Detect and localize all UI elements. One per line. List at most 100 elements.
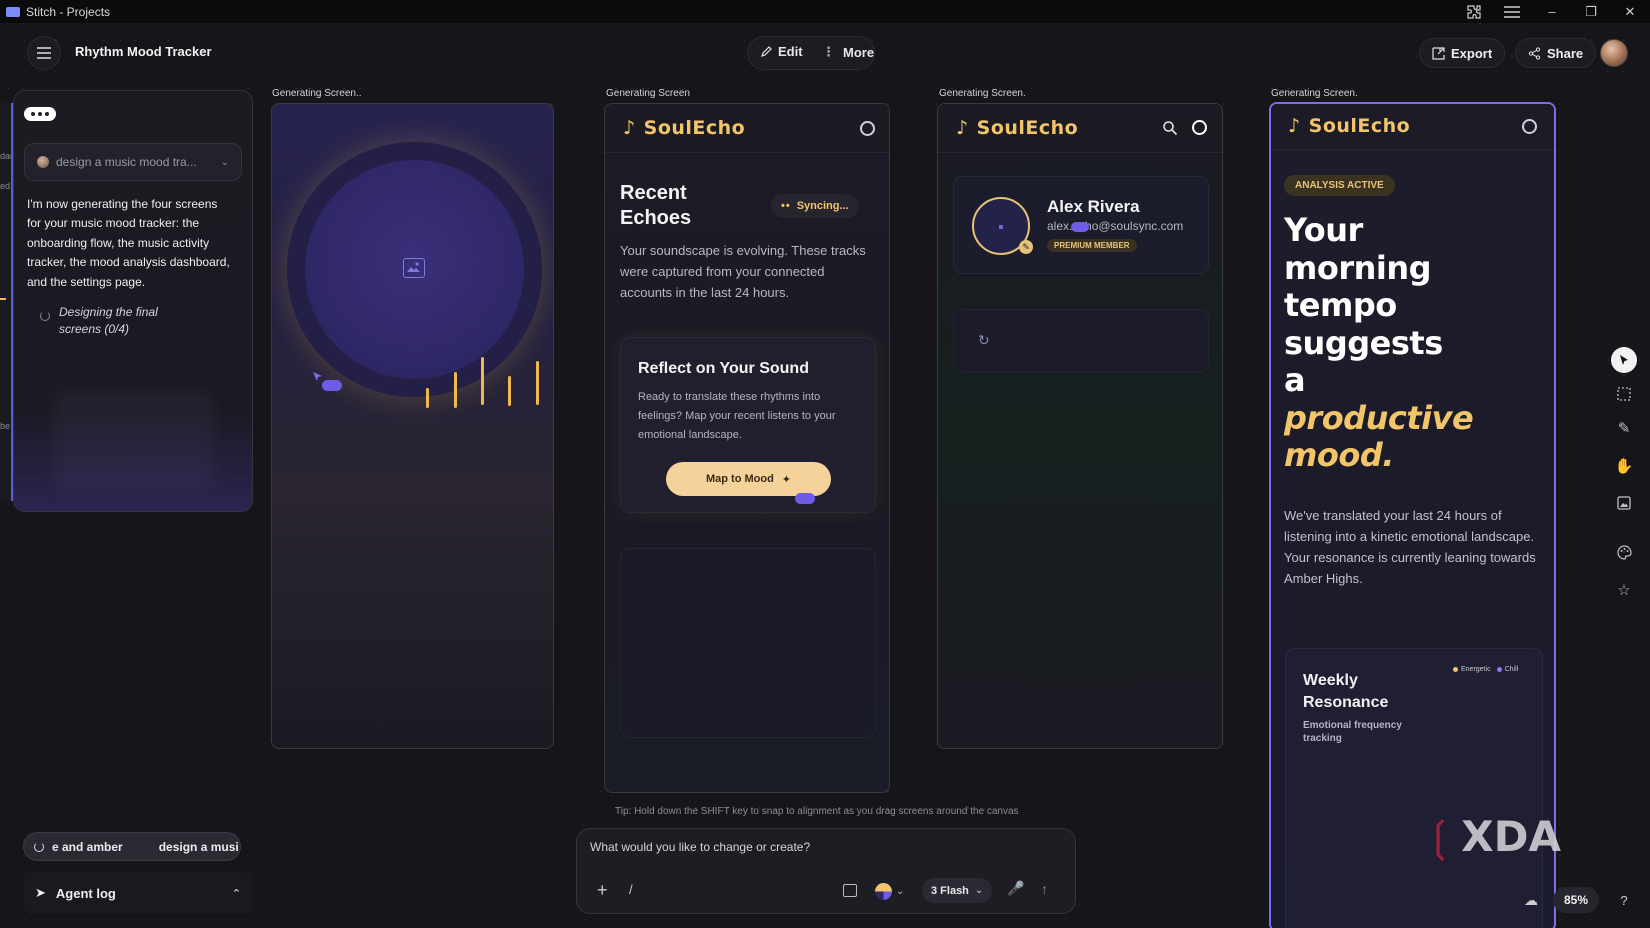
sound-bar: [426, 388, 429, 408]
offscreen-panel-stub: dar ed be: [0, 103, 13, 501]
export-icon: [1432, 46, 1445, 60]
extensions-icon[interactable]: [1454, 0, 1494, 23]
marquee-tool-icon[interactable]: [1613, 383, 1635, 405]
share-button[interactable]: Share: [1515, 38, 1597, 68]
user-avatar[interactable]: [1600, 39, 1628, 67]
pencil-icon: [761, 45, 772, 57]
map-to-mood-button[interactable]: Map to Mood ✦: [666, 462, 831, 496]
pen-tool-icon[interactable]: ✎: [1613, 417, 1635, 439]
agent-log-toggle[interactable]: ➤ Agent log ⌃: [23, 873, 253, 913]
collaborator-cursor-bubble: [1071, 222, 1089, 232]
chat-panel: design a music mood tra... ⌄ I'm now gen…: [13, 90, 253, 512]
send-arrow-icon[interactable]: ↑: [1041, 881, 1048, 897]
headline: Your morning tempo suggests a productive…: [1284, 211, 1554, 475]
card-title: Reflect on Your Sound: [638, 360, 809, 377]
assistant-message: I'm now generating the four screens for …: [27, 197, 230, 289]
rocket-icon: ➤: [35, 885, 46, 900]
typing-indicator: [24, 107, 56, 121]
headline-line: a: [1284, 361, 1306, 399]
stub-text: dar: [0, 151, 13, 161]
screen-frame-settings[interactable]: ♪ SoulEcho ✎ Alex Rivera alex.echo@souls…: [937, 103, 1223, 749]
pill-right-text: design a musi: [158, 839, 239, 854]
headline-line: tempo: [1284, 286, 1397, 324]
app-logo: ♪ SoulEcho: [623, 117, 745, 139]
prompt-chip[interactable]: design a music mood tra... ⌄: [24, 143, 242, 181]
edit-button[interactable]: Edit: [760, 44, 803, 59]
voice-input-icon[interactable]: 🎤: [1007, 880, 1024, 897]
screen-frame-mood-analysis[interactable]: ♪ SoulEcho ANALYSIS ACTIVE Your morning …: [1269, 102, 1556, 928]
collaborator-cursor-bubble: [322, 380, 342, 391]
section-title: Recent Echoes: [620, 182, 692, 229]
edit-label: Edit: [778, 44, 803, 59]
window-titlebar: Stitch - Projects – ❐ ✕: [0, 0, 1650, 23]
profile-icon[interactable]: [860, 121, 875, 136]
profile-icon[interactable]: [1192, 120, 1207, 135]
collaborator-cursor-bubble: [795, 493, 815, 504]
more-button[interactable]: ⋮ More: [822, 44, 874, 60]
stub-text: ed: [0, 181, 11, 191]
cloud-sync-icon[interactable]: ☁: [1524, 892, 1538, 909]
hand-tool-icon[interactable]: ✋: [1613, 455, 1635, 477]
stub-text: be: [0, 421, 11, 431]
card-title-line: Resonance: [1303, 694, 1389, 711]
hamburger-menu-button[interactable]: [27, 36, 61, 70]
loading-card: ↻: [953, 309, 1209, 373]
agent-log-label: Agent log: [55, 885, 116, 901]
prompt-chip-text: design a music mood tra...: [56, 155, 197, 169]
sync-badge-text: Syncing...: [796, 200, 849, 212]
edit-avatar-icon[interactable]: ✎: [1019, 240, 1033, 254]
image-tool-icon[interactable]: [1613, 492, 1635, 514]
add-icon[interactable]: +: [597, 880, 608, 901]
menu-icon[interactable]: [1492, 0, 1532, 23]
palette-icon[interactable]: [1613, 541, 1635, 563]
reflect-card: Reflect on Your Sound Ready to translate…: [620, 337, 876, 513]
export-button[interactable]: Export: [1419, 38, 1506, 68]
watermark: ❲ XDA: [1422, 812, 1561, 861]
screen-frame-activity-tracker[interactable]: ♪ SoulEcho Recent Echoes •• Syncing... Y…: [604, 103, 890, 793]
music-note-icon: ♪: [1288, 115, 1301, 137]
music-note-icon: ♪: [623, 117, 636, 139]
legend-chill: Chill: [1496, 666, 1518, 673]
screen-frame-onboarding[interactable]: [271, 103, 554, 749]
close-icon[interactable]: ✕: [1610, 0, 1650, 23]
card-title-line: Weekly: [1303, 672, 1358, 689]
zoom-level[interactable]: 85%: [1553, 887, 1599, 913]
logo-text: SoulEcho: [1308, 115, 1411, 137]
profile-icon[interactable]: [1522, 119, 1537, 134]
theme-picker[interactable]: ⌄: [875, 879, 915, 903]
card-text: Ready to translate these rhythms into fe…: [638, 391, 836, 441]
app-logo: ♪ SoulEcho: [956, 117, 1078, 139]
minimize-icon[interactable]: –: [1532, 0, 1572, 23]
select-tool-button[interactable]: [1611, 347, 1637, 373]
more-label: More: [843, 44, 875, 60]
watermark-bracket-icon: ❲: [1422, 812, 1458, 861]
star-icon[interactable]: ☆: [1613, 579, 1635, 601]
card-title: Weekly Resonance: [1303, 670, 1388, 714]
composer-input[interactable]: What would you like to change or create?: [590, 840, 1060, 854]
analysis-description: We've translated your last 24 hours of l…: [1284, 508, 1536, 586]
sound-bar: [481, 357, 484, 405]
restore-icon[interactable]: ❐: [1571, 0, 1611, 23]
canvas-tip: Tip: Hold down the SHIFT key to snap to …: [615, 806, 1019, 817]
model-label: 3 Flash: [931, 884, 969, 897]
search-icon[interactable]: [1162, 120, 1178, 136]
screen-label: Generating Screen..: [272, 88, 362, 99]
project-title: Rhythm Mood Tracker: [75, 44, 212, 59]
help-icon[interactable]: ?: [1614, 890, 1634, 910]
card-subtitle: Emotional frequency tracking: [1303, 720, 1402, 744]
slash-command-button[interactable]: /: [629, 882, 633, 897]
prompt-history-pill[interactable]: e and amber design a musi: [23, 832, 241, 861]
kebab-icon: ⋮: [822, 44, 835, 59]
sound-bar: [536, 361, 539, 405]
analysis-status-badge: ANALYSIS ACTIVE: [1284, 175, 1395, 196]
profile-email: alex.echo@soulsync.com: [1047, 219, 1184, 233]
refresh-icon: ↻: [978, 332, 990, 348]
music-note-icon: ♪: [956, 117, 969, 139]
screen-add-icon[interactable]: [843, 884, 857, 897]
section-description: Your soundscape is evolving. These track…: [620, 243, 866, 300]
sparkle-icon: ✦: [781, 473, 792, 486]
screen-label: Generating Screen.: [1271, 88, 1358, 99]
map-to-mood-label: Map to Mood: [705, 473, 774, 485]
model-selector[interactable]: 3 Flash ⌄: [922, 878, 993, 903]
composer: What would you like to change or create?…: [576, 828, 1076, 914]
